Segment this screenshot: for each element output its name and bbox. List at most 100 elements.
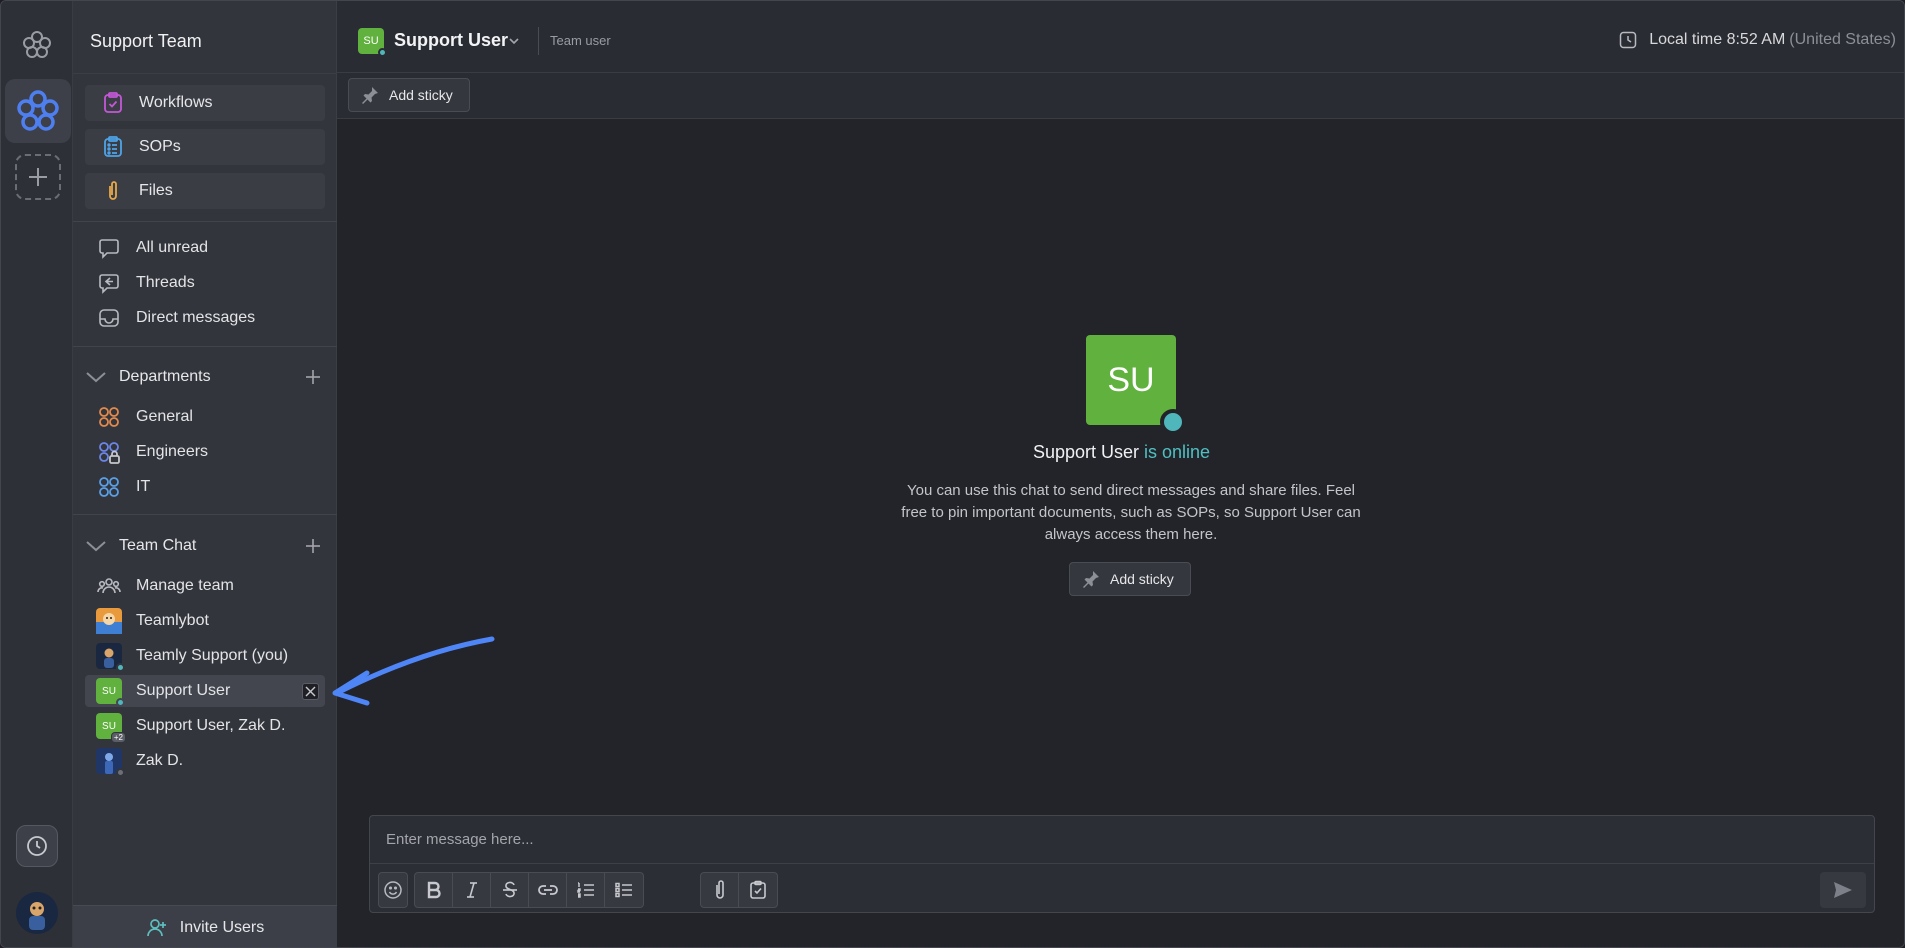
sidebar-item-group-chat[interactable]: SU +2 Support User, Zak D. (85, 710, 325, 743)
sidebar-item-label: SOPs (139, 138, 181, 155)
sidebar-item-support-user[interactable]: SU Support User (85, 675, 325, 707)
sidebar-item-label: Engineers (136, 443, 209, 460)
add-sticky-label: Add sticky (1110, 571, 1174, 587)
departments-section-header[interactable]: Departments (81, 363, 329, 391)
sidebar-item-general[interactable]: General (85, 401, 325, 433)
online-status-dot (1160, 409, 1186, 435)
local-time: Local time 8:52 AM (United States) (1619, 31, 1896, 49)
sop-icon (99, 133, 127, 161)
chevron-down-icon (86, 372, 106, 383)
emoji-group (378, 872, 408, 908)
invite-users-button[interactable]: Invite Users (73, 905, 337, 947)
add-chat-icon[interactable] (303, 536, 323, 556)
strikethrough-button[interactable] (491, 873, 529, 907)
avatar-initials: SU (102, 720, 116, 732)
close-icon (305, 686, 316, 697)
chat-header: SU Support User Team user Local time 8:5… (337, 1, 1904, 73)
sidebar-item-teamly-support[interactable]: Teamly Support (you) (85, 640, 325, 672)
add-user-icon (146, 918, 166, 936)
chevron-down-icon[interactable] (507, 34, 521, 48)
private-channel-icon (96, 439, 122, 465)
section-title: Departments (119, 368, 211, 385)
sidebar-item-label: Zak D. (136, 752, 184, 769)
smiley-icon (384, 881, 402, 899)
avatar-initials: SU (102, 685, 116, 697)
sidebar-item-files[interactable]: Files (85, 173, 325, 209)
close-chat-button[interactable] (302, 683, 319, 700)
formatting-toolbar (414, 872, 644, 908)
add-sticky-button[interactable]: Add sticky (348, 78, 470, 112)
sidebar-item-direct-messages[interactable]: Direct messages (85, 302, 325, 334)
sidebar-item-manage-team[interactable]: Manage team (85, 570, 325, 602)
sidebar-item-label: Workflows (139, 94, 213, 111)
online-status-dot (116, 698, 125, 707)
sidebar-item-label: All unread (136, 239, 209, 256)
app-window: Support Team Workflows SOPs Files All un… (0, 0, 1905, 948)
plus-icon (29, 168, 47, 186)
workspace-support-team-button[interactable] (5, 79, 71, 143)
italic-icon (466, 882, 477, 898)
clock-icon (1619, 31, 1637, 49)
sidebar-item-sops[interactable]: SOPs (85, 129, 325, 165)
message-input[interactable] (370, 816, 1874, 864)
bold-button[interactable] (415, 873, 453, 907)
sidebar-item-engineers[interactable]: Engineers (85, 436, 325, 468)
attach-workflow-button[interactable] (739, 873, 777, 907)
empty-state-description: You can use this chat to send direct mes… (901, 482, 1361, 543)
local-time-label: Local time 8:52 AM (1649, 31, 1786, 48)
sidebar-item-teamlybot[interactable]: Teamlybot (85, 605, 325, 637)
workspace-title: Support Team (90, 31, 202, 51)
send-button[interactable] (1820, 872, 1866, 908)
add-department-icon[interactable] (303, 367, 323, 387)
sidebar: Support Team Workflows SOPs Files All un… (73, 1, 337, 947)
add-workspace-button[interactable] (15, 154, 61, 200)
empty-state-avatar: SU (1086, 335, 1186, 435)
add-sticky-label: Add sticky (389, 87, 453, 103)
local-time-region: (United States) (1789, 31, 1896, 48)
link-button[interactable] (529, 873, 567, 907)
attach-file-button[interactable] (701, 873, 739, 907)
sidebar-item-label: Manage team (136, 577, 234, 594)
teamly-support-avatar (96, 643, 125, 672)
link-icon (537, 885, 558, 895)
chat-title[interactable]: Support User (394, 30, 508, 51)
teamlybot-avatar (96, 608, 122, 634)
support-user-avatar: SU (96, 678, 125, 707)
paperclip-icon (715, 880, 724, 899)
divider (73, 221, 337, 222)
sidebar-item-label: Teamly Support (you) (136, 647, 289, 664)
message-composer (369, 815, 1875, 913)
threads-icon (96, 270, 122, 296)
online-status-dot (116, 663, 125, 672)
bullet-list-button[interactable] (605, 873, 643, 907)
sidebar-item-label: General (136, 408, 193, 425)
avatar-initials: SU (363, 35, 379, 47)
italic-button[interactable] (453, 873, 491, 907)
sidebar-item-zak-d[interactable]: Zak D. (85, 745, 325, 777)
annotation-arrow-icon (332, 636, 495, 706)
empty-state-add-sticky-button[interactable]: Add sticky (1069, 562, 1191, 596)
sidebar-item-label: Support User (136, 682, 231, 699)
attachment-toolbar (700, 872, 778, 908)
chat-main: SU Support User Team user Local time 8:5… (337, 1, 1904, 947)
empty-state-user-name: Support User (1032, 442, 1139, 462)
emoji-button[interactable] (379, 873, 407, 907)
workspace-rail (1, 1, 73, 947)
sidebar-item-workflows[interactable]: Workflows (85, 85, 325, 121)
pin-icon (362, 87, 378, 104)
section-title: Team Chat (119, 537, 197, 554)
sidebar-item-all-unread[interactable]: All unread (85, 232, 325, 264)
ordered-list-icon (576, 882, 594, 898)
sidebar-item-label: IT (136, 478, 151, 495)
my-avatar[interactable] (16, 892, 58, 934)
history-button[interactable] (16, 825, 58, 867)
sidebar-item-it[interactable]: IT (85, 471, 325, 503)
channel-grid-icon (96, 404, 122, 430)
workflow-icon (750, 880, 766, 899)
sidebar-item-threads[interactable]: Threads (85, 267, 325, 299)
ordered-list-button[interactable] (567, 873, 605, 907)
chevron-down-icon (86, 541, 106, 552)
app-logo-icon[interactable] (21, 29, 53, 61)
team-chat-section-header[interactable]: Team Chat (81, 532, 329, 560)
sidebar-item-label: Support User, Zak D. (136, 717, 286, 734)
